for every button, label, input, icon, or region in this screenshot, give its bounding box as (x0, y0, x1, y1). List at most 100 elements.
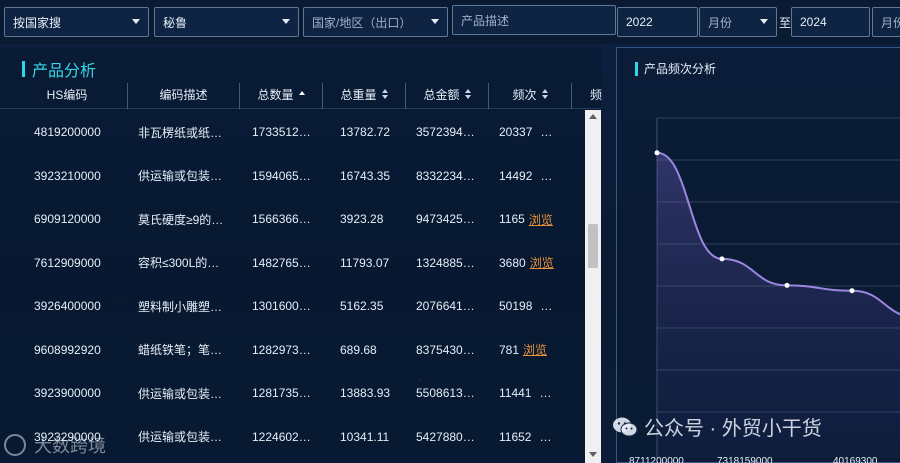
frequency-analysis-panel: 产品频次分析 8711200000 7318159000 40169300 (616, 47, 900, 463)
start-year-value: 2022 (626, 15, 653, 29)
export-region-select[interactable]: 国家/地区（出口） (303, 7, 448, 37)
end-year-input[interactable]: 2024 (791, 7, 870, 37)
end-year-value: 2024 (800, 15, 827, 29)
frequency-value: 3680 (499, 255, 526, 270)
cell-code-description: 塑料制小雕塑… (138, 299, 223, 314)
cell-total-weight: 5162.35 (340, 299, 384, 313)
search-mode-select[interactable]: 按国家搜 (4, 7, 149, 37)
cell-total-quantity: 1733512… (252, 125, 311, 139)
column-header-total-amount[interactable]: 总金额 (406, 79, 488, 109)
cell-code-description: 供运输或包装… (138, 430, 223, 444)
column-header-label: 频 (590, 87, 603, 102)
table-row[interactable]: 3923900000 供运输或包装… 1281735… 13883.93 5508613… (0, 371, 585, 415)
table-row[interactable]: 4819200000 非瓦楞纸或纸… 1733512… 13782.72 3572394… (0, 110, 585, 154)
data-point[interactable] (719, 256, 725, 262)
panel-title: 产品分析 (22, 57, 96, 81)
frequency-value: 11652 (499, 429, 532, 444)
column-header-label: 总重量 (340, 87, 377, 102)
export-region-placeholder: 国家/地区（出口） (312, 15, 412, 30)
cell-frequency: 14492… (499, 154, 552, 198)
scrollbar-thumb[interactable] (588, 224, 598, 268)
truncated-indicator: … (539, 429, 552, 444)
country-select[interactable]: 秘鲁 (154, 7, 299, 37)
sort-icon[interactable] (464, 89, 471, 99)
cell-total-weight: 13883.93 (340, 386, 391, 400)
cell-total-quantity: 1482765… (252, 255, 311, 270)
data-point[interactable] (654, 150, 660, 156)
frequency-chart: 8711200000 7318159000 40169300 (629, 117, 900, 463)
sort-ascending-icon[interactable] (298, 91, 305, 97)
cell-frequency: 1165 浏览 (499, 197, 553, 241)
cell-total-amount: 2076641… (416, 299, 475, 313)
cell-hs-code: 4819200000 (34, 125, 101, 139)
cell-total-quantity: 1281735… (252, 386, 311, 400)
x-tick-label: 40169300 (833, 456, 878, 463)
cell-total-quantity: 1594065… (252, 168, 311, 183)
chevron-down-icon (760, 19, 768, 24)
cell-total-weight: 689.68 (340, 342, 377, 357)
cell-total-amount: 3572394… (416, 125, 475, 139)
table-row[interactable]: 7612909000 容积≤300L的… 1482765… 11793.07 13248… (0, 241, 585, 285)
chevron-down-icon (132, 19, 140, 24)
product-description-placeholder: 产品描述 (461, 13, 510, 28)
product-analysis-panel: 产品分析 HS编码 编码描述 总数量 总重量 总金额 频次 频 48192000… (0, 47, 602, 463)
column-header-frequency[interactable]: 频次 (489, 79, 571, 109)
cell-frequency: 11652 … (499, 415, 551, 459)
truncated-indicator: … (539, 386, 552, 400)
product-description-input[interactable]: 产品描述 (452, 5, 616, 35)
cell-total-quantity: 1566366… (252, 212, 311, 226)
cell-code-description: 莫氏硬度≥9的… (138, 212, 224, 227)
column-header-label: 频次 (512, 87, 537, 102)
search-mode-value: 按国家搜 (13, 15, 62, 30)
cell-hs-code: 7612909000 (34, 255, 101, 270)
end-month-placeholder: 月份 (881, 15, 900, 30)
start-month-placeholder: 月份 (708, 15, 733, 30)
country-value: 秘鲁 (163, 15, 188, 30)
scroll-up-arrow-icon[interactable] (589, 114, 597, 119)
column-header-total-quantity[interactable]: 总数量 (240, 79, 322, 109)
table-row[interactable]: 3926400000 塑料制小雕塑… 1301600… 5162.35 2076641…… (0, 284, 585, 328)
cell-code-description: 容积≤300L的… (138, 256, 220, 270)
chevron-down-icon (431, 19, 439, 24)
sort-icon[interactable] (541, 89, 548, 99)
cell-total-quantity: 1224602… (252, 429, 311, 444)
brand-watermark: 大数跨境 (4, 432, 106, 458)
column-header-truncated[interactable]: 频 (572, 79, 612, 109)
truncated-indicator: … (540, 125, 553, 139)
cell-frequency: 20337… (499, 110, 552, 154)
column-header-total-weight[interactable]: 总重量 (323, 79, 405, 109)
cell-code-description: 供运输或包装… (138, 169, 223, 183)
scroll-down-arrow-icon[interactable] (589, 452, 597, 457)
cell-hs-code: 3926400000 (34, 299, 101, 313)
table-row[interactable]: 9608992920 蜡纸铁笔；笔… 1282973… 689.68 8375430… 7… (0, 328, 585, 372)
table-row[interactable]: 3923210000 供运输或包装… 1594065… 16743.35 8332234… (0, 154, 585, 198)
frequency-value: 11441 (499, 386, 532, 400)
start-year-input[interactable]: 2022 (617, 7, 698, 37)
cell-total-quantity: 1282973… (252, 342, 311, 357)
cell-hs-code: 9608992920 (34, 342, 101, 357)
column-header-code-description[interactable]: 编码描述 (128, 79, 239, 109)
brand-watermark-text: 大数跨境 (34, 436, 106, 456)
browse-link[interactable]: 浏览 (530, 254, 554, 271)
sort-icon[interactable] (381, 89, 388, 99)
wechat-watermark-text: 公众号 · 外贸小干货 (644, 418, 822, 440)
cell-total-amount: 9473425… (416, 212, 475, 226)
column-header-label: 编码描述 (159, 87, 208, 102)
start-month-select[interactable]: 月份 (699, 7, 777, 37)
wechat-icon (613, 417, 638, 436)
browse-link[interactable]: 浏览 (529, 211, 553, 228)
end-month-select[interactable]: 月份 (872, 7, 900, 37)
browse-link[interactable]: 浏览 (523, 341, 547, 358)
truncated-indicator: … (540, 299, 553, 313)
table-scrollbar[interactable] (585, 110, 601, 463)
frequency-value: 50198 (499, 299, 533, 313)
data-point[interactable] (849, 288, 855, 294)
table-row[interactable]: 6909120000 莫氏硬度≥9的… 1566366… 3923.28 9473425… (0, 197, 585, 241)
cell-total-amount: 1324885… (416, 255, 475, 270)
cell-hs-code: 6909120000 (34, 212, 101, 226)
column-header-hs-code[interactable]: HS编码 (8, 79, 126, 109)
data-point[interactable] (784, 282, 790, 288)
cell-total-amount: 8375430… (416, 342, 475, 357)
filter-bar: 按国家搜 秘鲁 国家/地区（出口） 产品描述 2022 月份 至 2024 月份 (0, 0, 900, 44)
x-tick-label: 7318159000 (717, 456, 773, 463)
